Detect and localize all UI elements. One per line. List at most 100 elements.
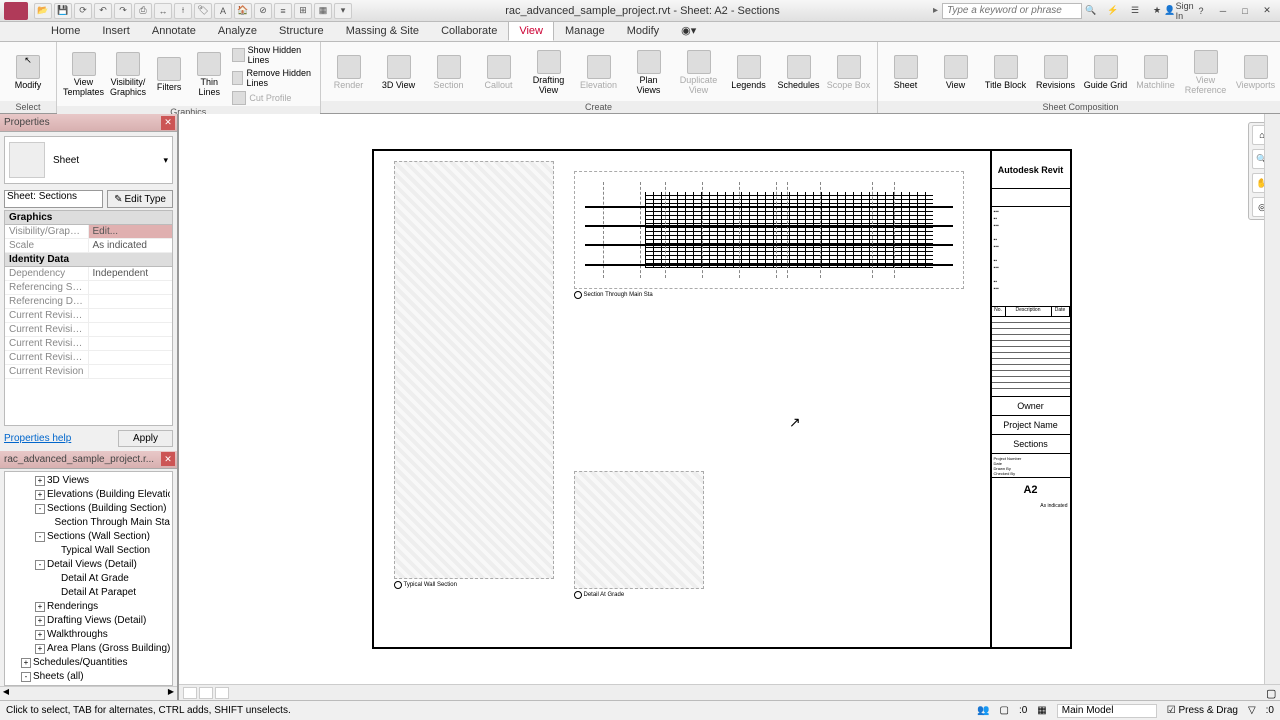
browser-close-icon[interactable]: ✕ <box>161 452 175 466</box>
properties-grid[interactable]: Graphics Visibility/Graphi...Edit... Sca… <box>4 210 173 426</box>
title-block[interactable]: Autodesk Revit ▪▪▪▪▪▪▪▪▪▪▪▪▪▪▪▪▪▪▪▪▪▪▪ N… <box>990 151 1070 647</box>
exchange-icon[interactable]: ☰ <box>1126 3 1144 19</box>
redo-icon[interactable]: ↷ <box>114 3 132 19</box>
infocenter-icon[interactable]: 🔍 <box>1082 3 1100 19</box>
text-icon[interactable]: A <box>214 3 232 19</box>
thin-lines-button[interactable]: Thin Lines <box>190 44 228 106</box>
tab-structure[interactable]: Structure <box>268 21 335 41</box>
tree-item[interactable]: -Sections (Wall Section) <box>7 530 170 544</box>
props-row[interactable]: Referencing Detail <box>5 295 172 309</box>
undo-icon[interactable]: ↶ <box>94 3 112 19</box>
browser-hscroll[interactable]: ◀▶ <box>0 686 177 700</box>
tag-icon[interactable]: 🏷 <box>194 3 212 19</box>
props-row[interactable]: Current Revision <box>5 365 172 379</box>
props-row[interactable]: Current Revisio... <box>5 323 172 337</box>
tab-annotate[interactable]: Annotate <box>141 21 207 41</box>
tree-item[interactable]: +3D Views <box>7 474 170 488</box>
viewport-wall-section[interactable]: Typical Wall Section <box>394 161 554 591</box>
expand-icon[interactable]: + <box>35 644 45 654</box>
tab-insert[interactable]: Insert <box>91 21 141 41</box>
minimize-icon[interactable]: ─ <box>1214 3 1232 19</box>
tab-analyze[interactable]: Analyze <box>207 21 268 41</box>
3d-view-button[interactable]: 3D View <box>375 44 423 101</box>
tree-item[interactable]: +Schedules/Quantities <box>7 656 170 670</box>
default3d-icon[interactable]: 🏠 <box>234 3 252 19</box>
tab-home[interactable]: Home <box>40 21 91 41</box>
sync-icon[interactable]: ⟳ <box>74 3 92 19</box>
tree-item[interactable]: Section Through Main Sta <box>7 516 170 530</box>
press-drag-toggle[interactable]: ☑ Press & Drag <box>1167 705 1238 716</box>
show-hidden-button[interactable]: Show Hidden Lines <box>230 44 315 66</box>
collapse-icon[interactable]: - <box>35 504 45 514</box>
revisions-button[interactable]: Revisions <box>1032 44 1080 101</box>
switch-icon[interactable]: ▦ <box>314 3 332 19</box>
subscription-icon[interactable]: ⚡ <box>1104 3 1122 19</box>
plan-views-button[interactable]: Plan Views <box>625 44 673 101</box>
visibility-graphics-button[interactable]: Visibility/ Graphics <box>108 44 148 106</box>
expand-icon[interactable]: + <box>35 476 45 486</box>
maximize-icon[interactable]: □ <box>1236 3 1254 19</box>
tree-item[interactable]: -Detail Views (Detail) <box>7 558 170 572</box>
tab-massing[interactable]: Massing & Site <box>335 21 430 41</box>
props-row[interactable]: Current Revisio... <box>5 351 172 365</box>
signin-button[interactable]: 👤 Sign In <box>1170 3 1188 19</box>
tree-item[interactable]: -Sections (Building Section) <box>7 502 170 516</box>
tree-item[interactable]: +Renderings <box>7 600 170 614</box>
tree-item[interactable]: +Walkthroughs <box>7 628 170 642</box>
sheet-button[interactable]: Sheet <box>882 44 930 101</box>
crop-icon[interactable]: ▢ <box>1266 687 1280 699</box>
app-icon[interactable] <box>4 2 28 20</box>
apply-button[interactable]: Apply <box>118 430 173 447</box>
collapse-icon[interactable]: - <box>35 532 45 542</box>
open-icon[interactable]: 📂 <box>34 3 52 19</box>
visual-style-icon[interactable] <box>215 687 229 699</box>
print-icon[interactable]: ⎙ <box>134 3 152 19</box>
modify-button[interactable]: ↖Modify <box>4 44 52 101</box>
scale-control[interactable] <box>183 687 197 699</box>
editable-only-icon[interactable]: ▢ <box>999 705 1008 716</box>
tree-item[interactable]: Typical Wall Section <box>7 544 170 558</box>
tree-item[interactable]: +Elevations (Building Elevation <box>7 488 170 502</box>
tree-item[interactable]: +Drafting Views (Detail) <box>7 614 170 628</box>
properties-header[interactable]: Properties ✕ <box>0 114 177 132</box>
tree-item[interactable]: +Area Plans (Gross Building) <box>7 642 170 656</box>
vertical-scrollbar[interactable] <box>1264 114 1280 684</box>
help-icon[interactable]: ? <box>1192 3 1210 19</box>
thinlines-icon[interactable]: ≡ <box>274 3 292 19</box>
drafting-view-button[interactable]: Drafting View <box>525 44 573 101</box>
tab-modify[interactable]: Modify <box>616 21 670 41</box>
props-category-identity[interactable]: Identity Data <box>5 253 172 267</box>
properties-help-link[interactable]: Properties help <box>4 433 71 444</box>
collapse-icon[interactable]: - <box>35 560 45 570</box>
filter-icon[interactable]: ▽ <box>1248 705 1256 716</box>
instance-filter[interactable]: Sheet: Sections <box>4 190 103 208</box>
section-icon[interactable]: ⊘ <box>254 3 272 19</box>
measure-icon[interactable]: ↔ <box>154 3 172 19</box>
titleblock-button[interactable]: Title Block <box>982 44 1030 101</box>
closehidden-icon[interactable]: ⊞ <box>294 3 312 19</box>
type-combo[interactable]: Sheet <box>53 155 163 166</box>
close-icon[interactable]: ✕ <box>1258 3 1276 19</box>
tab-manage[interactable]: Manage <box>554 21 616 41</box>
props-row[interactable]: Referencing Sh... <box>5 281 172 295</box>
collapse-icon[interactable]: - <box>21 672 31 682</box>
view-templates-button[interactable]: View Templates <box>61 44 106 106</box>
schedules-button[interactable]: Schedules <box>775 44 823 101</box>
props-row[interactable]: Visibility/Graphi...Edit... <box>5 225 172 239</box>
props-row[interactable]: DependencyIndependent <box>5 267 172 281</box>
edit-type-button[interactable]: ✎Edit Type <box>107 190 173 208</box>
expand-icon[interactable]: + <box>21 658 31 668</box>
guidegrid-button[interactable]: Guide Grid <box>1082 44 1130 101</box>
tab-collaborate[interactable]: Collaborate <box>430 21 508 41</box>
expand-icon[interactable]: + <box>35 630 45 640</box>
browser-header[interactable]: rac_advanced_sample_project.r... ✕ <box>0 451 177 469</box>
tab-addin-icon[interactable]: ◉▾ <box>670 20 707 41</box>
type-selector[interactable]: Sheet ▾ <box>4 136 173 184</box>
search-input[interactable] <box>942 3 1082 19</box>
filters-button[interactable]: Filters <box>150 44 188 106</box>
tree-item[interactable]: -Sheets (all) <box>7 670 170 684</box>
sheet-border[interactable]: Autodesk Revit ▪▪▪▪▪▪▪▪▪▪▪▪▪▪▪▪▪▪▪▪▪▪▪ N… <box>372 149 1072 649</box>
workset-combo[interactable] <box>1057 704 1157 718</box>
project-browser[interactable]: +3D Views+Elevations (Building Elevation… <box>4 471 173 687</box>
expand-icon[interactable]: + <box>35 490 45 500</box>
